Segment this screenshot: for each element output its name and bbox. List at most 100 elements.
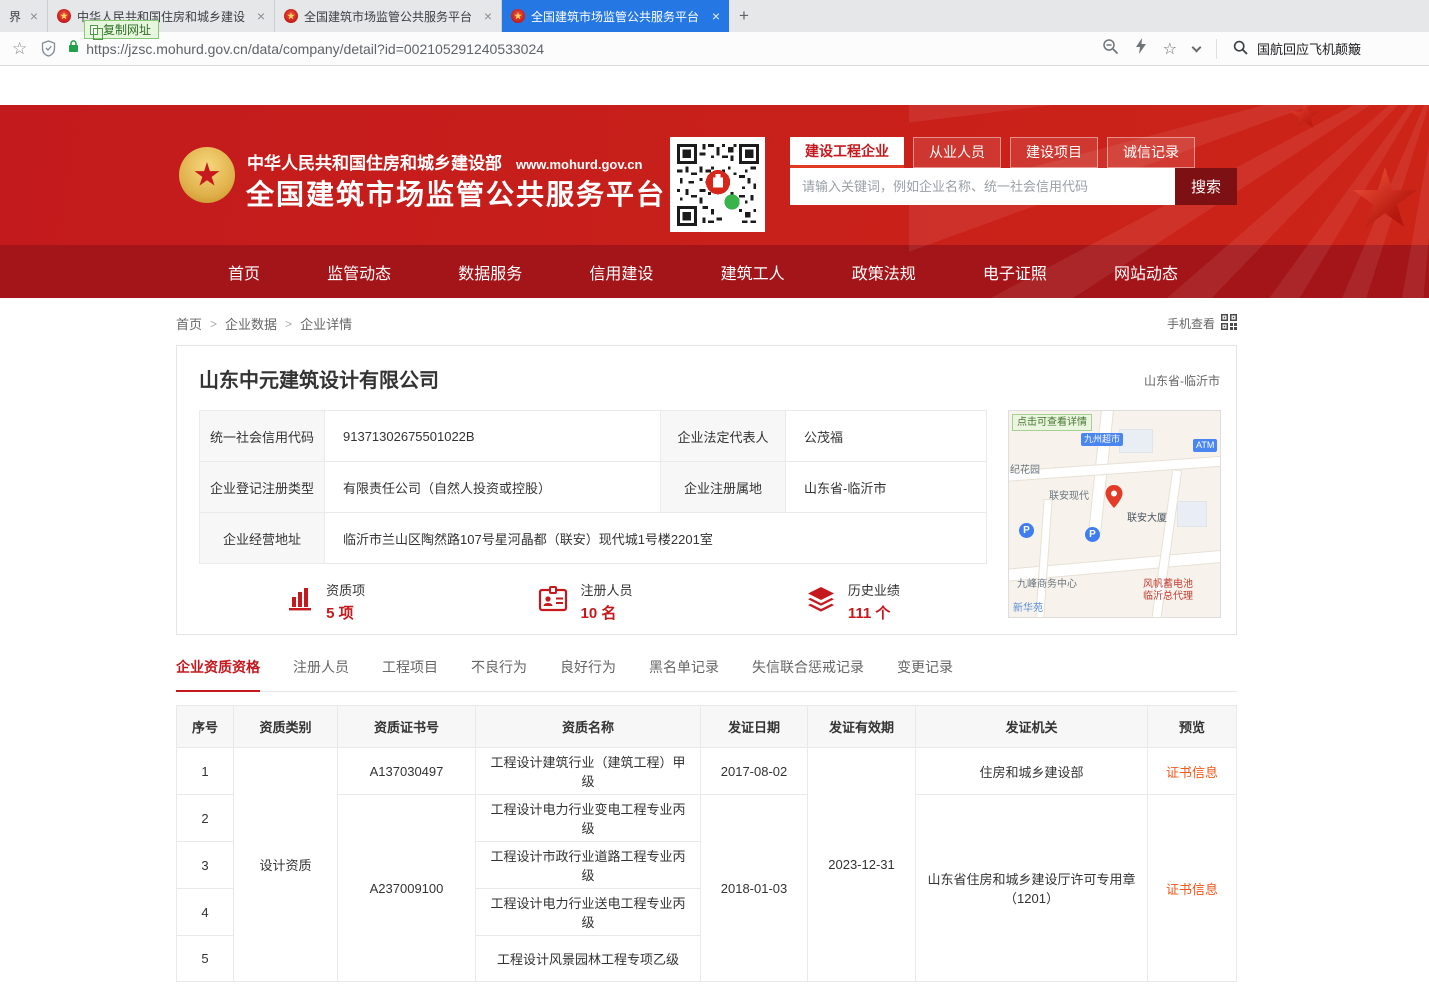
site-header: 中华人民共和国住房和城乡建设部 www.mohurd.gov.cn 全国建筑市场… xyxy=(0,105,1429,298)
emblem-favicon-icon xyxy=(511,9,525,23)
hot-search[interactable]: 国航回应飞机颠簸 xyxy=(1233,39,1429,58)
certificate-info-link[interactable]: 证书信息 xyxy=(1166,765,1218,780)
qr-mini-icon xyxy=(1221,314,1237,333)
header-tab-practitioners[interactable]: 从业人员 xyxy=(913,137,1001,168)
section-tabs: 企业资质资格 注册人员 工程项目 不良行为 良好行为 黑名单记录 失信联合惩戒记… xyxy=(176,657,1237,692)
header-search-button[interactable]: 搜索 xyxy=(1175,168,1237,205)
search-icon xyxy=(1233,40,1248,58)
hot-search-text: 国航回应飞机颠簸 xyxy=(1257,39,1361,58)
nav-item-supervision[interactable]: 监管动态 xyxy=(327,260,391,284)
tab-blacklist-records[interactable]: 黑名单记录 xyxy=(649,657,719,691)
header-tab-integrity-records[interactable]: 诚信记录 xyxy=(1107,137,1195,168)
mobile-view-label: 手机查看 xyxy=(1167,315,1215,332)
screen: { "icons": { "close": "×", "new_tab": "+… xyxy=(0,0,1429,996)
tab-registered-personnel[interactable]: 注册人员 xyxy=(293,657,349,691)
chevron-down-icon[interactable] xyxy=(1192,42,1202,52)
url-field[interactable]: https://jzsc.mohurd.gov.cn/data/company/… xyxy=(68,39,1101,58)
tab-change-records[interactable]: 变更记录 xyxy=(897,657,953,691)
browser-tab[interactable]: 全国建筑市场监管公共服务平台 × xyxy=(275,0,502,32)
header-search-input[interactable] xyxy=(790,168,1175,205)
nav-item-credit[interactable]: 信用建设 xyxy=(589,260,653,284)
company-stats: 资质项 5 项 注册人员 10 名 xyxy=(199,580,986,623)
tab-dishonesty-records[interactable]: 失信联合惩戒记录 xyxy=(752,657,864,691)
breadcrumb-item-home[interactable]: 首页 xyxy=(176,314,202,333)
address-label: 企业经营地址 xyxy=(200,513,325,564)
browser-tab-active[interactable]: 全国建筑市场监管公共服务平台 × xyxy=(502,0,729,32)
map-label-xinhuayuan: 新华苑 xyxy=(1013,599,1043,614)
breadcrumb-separator-icon: > xyxy=(285,317,292,331)
company-card: 山东中元建筑设计有限公司 山东省-临沂市 统一社会信用代码 9137130267… xyxy=(176,345,1237,635)
cert-name-cell: 工程设计风景园林工程专项乙级 xyxy=(476,936,701,982)
header-tab-construction-enterprise[interactable]: 建设工程企业 xyxy=(790,137,904,168)
stat-label: 历史业绩 xyxy=(848,580,900,599)
seq-cell: 4 xyxy=(177,889,234,936)
seq-cell: 3 xyxy=(177,842,234,889)
ministry-site-url: www.mohurd.gov.cn xyxy=(516,157,642,172)
stat-value: 111 个 xyxy=(848,602,900,623)
stat-value: 10 名 xyxy=(580,602,632,623)
nav-item-policies[interactable]: 政策法规 xyxy=(852,260,916,284)
bookmark-star-icon[interactable]: ☆ xyxy=(12,39,27,59)
zoom-out-icon[interactable] xyxy=(1102,38,1119,60)
table-row: 1 设计资质 A137030497 工程设计建筑行业（建筑工程）甲级 2017-… xyxy=(177,748,1237,795)
map-label-lianan-modern: 联安现代 xyxy=(1049,487,1089,502)
emblem-favicon-icon xyxy=(57,9,71,23)
certificate-info-link[interactable]: 证书信息 xyxy=(1166,882,1218,897)
stat-historical-performance: 历史业绩 111 个 xyxy=(805,580,900,623)
close-icon[interactable]: × xyxy=(257,9,265,23)
tab-projects[interactable]: 工程项目 xyxy=(382,657,438,691)
browser-tab-bar: 界 × 中华人民共和国住房和城乡建设 × 全国建筑市场监管公共服务平台 × 全国… xyxy=(0,0,1429,32)
map-building xyxy=(1177,501,1207,527)
map-label-lianan-tower: 联安大厦 xyxy=(1127,509,1167,524)
reg-type-value: 有限责任公司（自然人投资或控股） xyxy=(325,462,661,513)
reg-area-value: 山东省-临沂市 xyxy=(786,462,987,513)
map-label-line: 临沂总代理 xyxy=(1143,591,1193,602)
copy-icon xyxy=(90,25,98,35)
nav-item-e-certificates[interactable]: 电子证照 xyxy=(983,260,1047,284)
table-header: 资质名称 xyxy=(476,706,701,748)
header-search-tabs: 建设工程企业 从业人员 建设项目 诚信记录 xyxy=(790,137,1195,168)
new-tab-button[interactable]: + xyxy=(729,0,759,32)
lightning-icon[interactable] xyxy=(1135,38,1147,59)
nav-item-site-news[interactable]: 网站动态 xyxy=(1114,260,1178,284)
cert-name-cell: 工程设计市政行业道路工程专业丙级 xyxy=(476,842,701,889)
mobile-view-link[interactable]: 手机查看 xyxy=(1167,314,1237,333)
seq-cell: 2 xyxy=(177,795,234,842)
header-tab-projects[interactable]: 建设项目 xyxy=(1010,137,1098,168)
company-map[interactable]: 点击可查看详情 九州超市 ATM 纪花园 联安现代 联安大厦 九峰商务中心 新华… xyxy=(1008,410,1221,618)
tab-bad-behavior[interactable]: 不良行为 xyxy=(471,657,527,691)
nav-item-construction-workers[interactable]: 建筑工人 xyxy=(721,260,785,284)
browser-tab[interactable]: 界 × xyxy=(0,0,48,32)
browser-tab[interactable]: 中华人民共和国住房和城乡建设 × xyxy=(48,0,275,32)
table-header: 序号 xyxy=(177,706,234,748)
stat-value: 5 项 xyxy=(326,602,365,623)
nav-item-home[interactable]: 首页 xyxy=(228,260,260,284)
tab-good-behavior[interactable]: 良好行为 xyxy=(560,657,616,691)
tab-title: 界 xyxy=(9,8,24,25)
site-title: 全国建筑市场监管公共服务平台 xyxy=(246,173,666,213)
close-icon[interactable]: × xyxy=(484,9,492,23)
header-search: 搜索 xyxy=(790,168,1237,205)
parking-icon: P xyxy=(1019,523,1034,538)
company-name: 山东中元建筑设计有限公司 xyxy=(199,364,439,393)
cert-name-cell: 工程设计建筑行业（建筑工程）甲级 xyxy=(476,748,701,795)
favorite-star-icon[interactable]: ☆ xyxy=(1163,39,1177,59)
shield-icon[interactable] xyxy=(41,40,56,57)
parking-icon: P xyxy=(1085,527,1100,542)
tab-enterprise-qualification[interactable]: 企业资质资格 xyxy=(176,657,260,692)
close-icon[interactable]: × xyxy=(30,9,38,23)
copy-url-tooltip: 复制网址 xyxy=(84,20,159,39)
stat-label: 注册人员 xyxy=(580,580,632,599)
authority-cell: 山东省住房和城乡建设厅许可专用章（1201） xyxy=(916,795,1148,982)
breadcrumb-item-company-data[interactable]: 企业数据 xyxy=(225,314,277,333)
cert-name-cell: 工程设计电力行业变电工程专业丙级 xyxy=(476,795,701,842)
ministry-title: 中华人民共和国住房和城乡建设部 xyxy=(247,149,502,174)
close-icon[interactable]: × xyxy=(712,9,720,23)
seq-cell: 5 xyxy=(177,936,234,982)
nav-item-data-services[interactable]: 数据服务 xyxy=(458,260,522,284)
ministry-title-row: 中华人民共和国住房和城乡建设部 www.mohurd.gov.cn xyxy=(247,149,642,174)
table-header: 预览 xyxy=(1148,706,1237,748)
legal-rep-value: 公茂福 xyxy=(786,411,987,462)
cert-no-cell: A137030497 xyxy=(338,748,476,795)
emblem-favicon-icon xyxy=(284,9,298,23)
